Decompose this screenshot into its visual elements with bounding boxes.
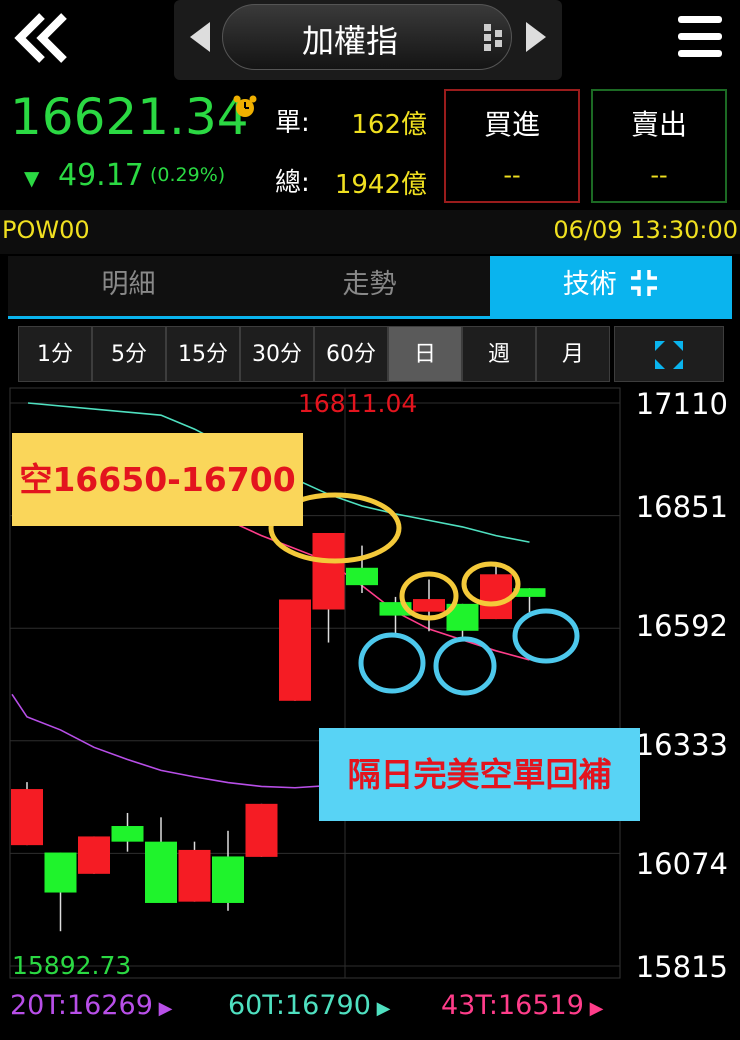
annotation-cover-short-text: 隔日完美空單回補 <box>347 755 612 794</box>
ma-legend-1[interactable]: 20T:16269 ▶ <box>10 990 172 1021</box>
ma-legend-text: 60T:16790 <box>228 990 371 1021</box>
candle-body <box>78 836 110 874</box>
candle-body <box>145 841 177 903</box>
tab-technical-label: 技術 <box>562 269 617 300</box>
y-axis-tick-6: 15815 <box>635 950 728 984</box>
ma-legend-2[interactable]: 60T:16790 ▶ <box>228 990 390 1021</box>
period-button-5[interactable]: 60分 <box>314 326 388 382</box>
tab-technical[interactable]: 技術 <box>490 256 732 316</box>
next-triangle-icon <box>526 22 546 52</box>
y-axis-tick-3: 16592 <box>635 609 728 643</box>
sell-label: 賣出 <box>630 108 687 141</box>
period-button-8[interactable]: 月 <box>536 326 610 382</box>
y-axis-tick-1: 17110 <box>635 387 728 421</box>
total-volume-value: 1942億 <box>334 170 427 200</box>
candle-body <box>212 856 244 903</box>
flag-marker-icon: ▶ <box>583 998 604 1019</box>
collapse-arrows-icon <box>631 270 658 296</box>
flag-marker-icon: ▶ <box>152 998 173 1019</box>
stock-grid-button[interactable] <box>480 20 508 54</box>
annotation-short-range-text: 空16650-16700 <box>19 460 296 499</box>
ma-legend-text: 20T:16269 <box>10 990 153 1021</box>
candle-body <box>11 789 43 846</box>
tab-trend[interactable]: 走勢 <box>249 256 490 314</box>
ma-legend-text: 43T:16519 <box>441 990 584 1021</box>
chart-high-label: 16811.04 <box>298 389 418 418</box>
candle-body <box>44 852 77 893</box>
single-volume-value: 162億 <box>351 110 427 140</box>
quote-datetime: 06/09 13:30:00 <box>553 216 738 244</box>
next-stock-button[interactable] <box>516 14 556 60</box>
period-button-1[interactable]: 1分 <box>18 326 92 382</box>
menu-button[interactable] <box>672 12 728 62</box>
price-change-percent: (0.29%) <box>150 164 226 186</box>
highlight-circle-support <box>433 636 497 696</box>
y-axis-tick-4: 16333 <box>635 728 728 762</box>
candle-body <box>279 599 311 701</box>
sell-button[interactable]: 賣出 -- <box>591 89 727 203</box>
annotation-short-range: 空16650-16700 <box>12 433 303 526</box>
period-button-3[interactable]: 15分 <box>166 326 240 382</box>
y-axis-tick-5: 16074 <box>635 847 728 881</box>
period-button-6[interactable]: 日 <box>388 326 462 382</box>
candle-body <box>178 849 211 902</box>
candle-body <box>245 803 278 857</box>
candle-body <box>111 826 144 842</box>
candle-body <box>413 599 445 612</box>
last-price: 16621.34 <box>10 88 249 146</box>
annotation-cover-short: 隔日完美空單回補 <box>319 728 640 821</box>
highlight-circle-support <box>512 608 580 664</box>
symbol-code: POW00 <box>2 216 90 244</box>
candle-body <box>480 574 512 620</box>
candle-body <box>312 532 345 610</box>
fullscreen-icon <box>655 341 683 369</box>
alarm-clock-icon[interactable] <box>233 94 257 120</box>
double-back-chevron-icon <box>14 13 67 63</box>
ma-legend-3[interactable]: 43T:16519 ▶ <box>441 990 603 1021</box>
period-button-4[interactable]: 30分 <box>240 326 314 382</box>
tab-underline <box>8 316 732 319</box>
flag-marker-icon: ▶ <box>370 998 391 1019</box>
chart-low-label: 15892.73 <box>12 951 132 980</box>
period-button-2[interactable]: 5分 <box>92 326 166 382</box>
tab-detail[interactable]: 明細 <box>8 256 249 314</box>
hamburger-menu-icon <box>678 16 722 57</box>
y-axis-tick-2: 16851 <box>635 490 728 524</box>
change-down-arrow: ▼ <box>24 166 40 190</box>
prev-triangle-icon <box>190 22 210 52</box>
back-button[interactable] <box>8 6 74 70</box>
buy-label: 買進 <box>483 108 540 141</box>
candle-body <box>346 567 378 586</box>
price-change: 49.17 <box>58 158 144 193</box>
sell-value: -- <box>650 161 668 189</box>
page-title: 加權指 <box>301 22 398 60</box>
fullscreen-button[interactable] <box>614 326 724 382</box>
prev-stock-button[interactable] <box>180 14 220 60</box>
buy-button[interactable]: 買進 -- <box>444 89 580 203</box>
buy-value: -- <box>503 161 521 189</box>
period-button-7[interactable]: 週 <box>462 326 536 382</box>
grid-dots-icon <box>484 24 502 51</box>
highlight-circle-support <box>358 632 426 694</box>
